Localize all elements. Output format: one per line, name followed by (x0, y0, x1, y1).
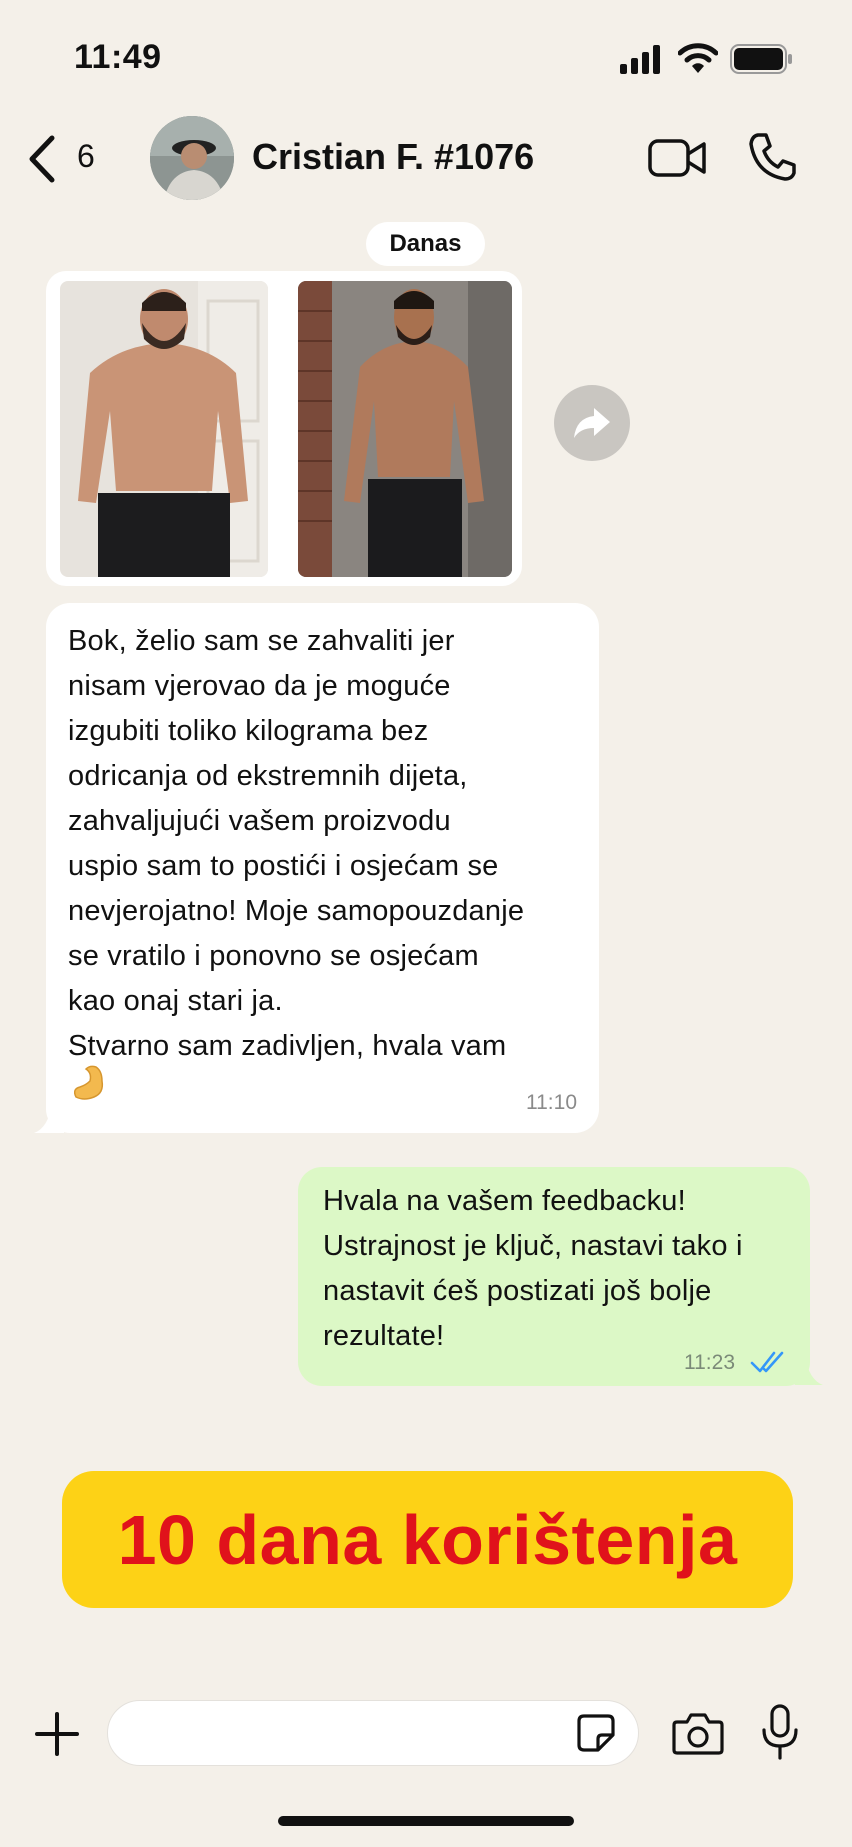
message-line: nisam vjerovao da je moguće (68, 670, 451, 702)
phone-call-icon[interactable] (748, 132, 796, 182)
message-line: kao onaj stari ja. (68, 985, 283, 1017)
image-message[interactable] (46, 271, 522, 586)
message-line: se vratilo i ponovno se osjećam (68, 940, 479, 972)
message-input[interactable] (107, 1700, 639, 1766)
date-separator: Danas (366, 222, 485, 266)
message-line: nevjerojatno! Moje samopouzdanje (68, 895, 525, 927)
message-line: odricanja od ekstremnih dijeta, (68, 760, 468, 792)
message-line: Bok, želio sam se zahvaliti jer (68, 625, 455, 657)
message-line: uspio sam to postići i osjećam se (68, 850, 499, 882)
message-timestamp: 11:10 (526, 1091, 577, 1114)
message-line: izgubiti toliko kilograma bez (68, 715, 429, 747)
after-photo[interactable] (298, 281, 512, 577)
wifi-icon (678, 43, 718, 73)
read-receipt-icon (750, 1351, 784, 1373)
outgoing-message[interactable]: Hvala na vašem feedbacku! Ustrajnost je … (298, 1167, 810, 1386)
signal-icon (620, 45, 660, 74)
incoming-message[interactable]: Bok, želio sam se zahvaliti jer nisam vj… (46, 603, 599, 1133)
unread-count[interactable]: 6 (77, 138, 95, 175)
home-indicator[interactable] (278, 1816, 574, 1826)
message-line: nastavit ćeš postizati još bolje (323, 1275, 712, 1307)
forward-arrow-icon (574, 408, 610, 438)
forward-button[interactable] (554, 385, 630, 461)
avatar[interactable] (150, 116, 234, 200)
message-line: Ustrajnost je ključ, nastavi tako i (323, 1230, 743, 1262)
battery-icon (730, 44, 792, 74)
contact-name[interactable]: Cristian F. #1076 (252, 136, 534, 178)
plus-icon[interactable] (34, 1711, 80, 1757)
before-photo[interactable] (60, 281, 268, 577)
message-line: Hvala na vašem feedbacku! (323, 1185, 686, 1217)
back-chevron-icon[interactable] (22, 132, 66, 186)
video-call-icon[interactable] (648, 138, 706, 178)
promo-banner: 10 dana korištenja (62, 1471, 793, 1608)
message-line: Stvarno sam zadivljen, hvala vam (68, 1030, 507, 1062)
flexed-biceps-emoji (73, 1065, 104, 1100)
sticker-icon[interactable] (576, 1713, 616, 1753)
microphone-icon[interactable] (760, 1704, 800, 1762)
message-line: zahvaljujući vašem proizvodu (68, 805, 451, 837)
camera-icon[interactable] (672, 1712, 724, 1756)
banner-text: 10 dana korištenja (117, 1500, 738, 1579)
message-timestamp: 11:23 (684, 1351, 735, 1374)
status-time: 11:49 (74, 38, 162, 76)
